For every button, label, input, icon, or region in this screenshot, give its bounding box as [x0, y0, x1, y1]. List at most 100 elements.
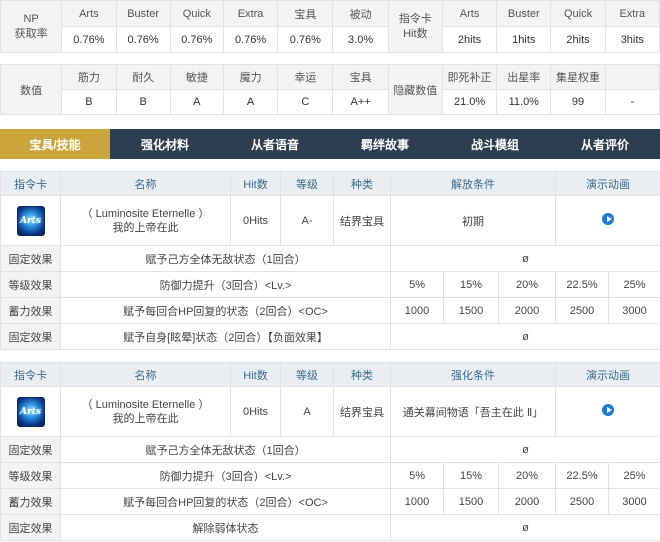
tab-reviews[interactable]: 从者评价 — [550, 129, 660, 159]
np1-effect-value: 15% — [443, 271, 500, 298]
np1-effect-label: 固定效果 — [0, 245, 61, 272]
np2-effect-desc: 赋予己方全体无敌状态（1回合） — [59, 436, 392, 463]
np1-effect-value: 2500 — [555, 297, 610, 324]
hidden-stat-label: 隐藏数值 — [387, 64, 443, 115]
np2-effect-value: ø — [390, 514, 660, 541]
play-icon[interactable] — [602, 404, 615, 416]
np1-animation-cell — [555, 195, 660, 246]
np-value-np: 0.76% — [277, 26, 334, 53]
stat-header-endurance: 耐久 — [115, 64, 171, 90]
noble-phantasm-table-1: 指令卡 名称 Hit数 等级 种类 解放条件 演示动画 Arts （ Lumin… — [0, 171, 660, 350]
stat-label: 数值 — [0, 64, 63, 115]
np2-effect-value: 22.5% — [555, 462, 610, 489]
hit-header-buster: Buster — [496, 0, 552, 27]
hit-value-extra: 3hits — [604, 26, 660, 53]
np2-header-name: 名称 — [59, 362, 232, 387]
stat-header-mana: 魔力 — [222, 64, 279, 90]
np2-effect-value: 25% — [608, 462, 660, 489]
stat-value-mana: A — [222, 89, 279, 115]
np1-header-condition: 解放条件 — [390, 171, 557, 196]
np1-effect-desc: 防御力提升（3回合）<Lv.> — [59, 271, 392, 298]
stat-value-agility: A — [169, 89, 224, 115]
np2-rank: A — [280, 386, 335, 437]
np1-header-name: 名称 — [59, 171, 232, 196]
np1-effect-value: 2000 — [498, 297, 557, 324]
np2-name: （ Luminosite Eternelle ） 我的上帝在此 — [59, 386, 232, 437]
np1-effect-desc: 赋予自身[眩晕]状态（2回合）【负面效果】 — [59, 323, 392, 350]
tab-np-skills[interactable]: 宝具/技能 — [0, 129, 110, 159]
np-header-quick: Quick — [169, 0, 224, 27]
np-gain-label: NP 获取率 — [0, 0, 63, 53]
np2-effect-label: 等级效果 — [0, 462, 61, 489]
hidden-value-empty: - — [604, 89, 660, 115]
tab-battle-model[interactable]: 战斗模组 — [440, 129, 550, 159]
np1-effect-value: 1500 — [443, 297, 500, 324]
np2-effect-desc: 赋予每回合HP回复的状态（2回合）<OC> — [59, 488, 392, 515]
np-value-quick: 0.76% — [169, 26, 224, 53]
np1-header-animation: 演示动画 — [555, 171, 660, 196]
np1-effect-value: 22.5% — [555, 271, 610, 298]
hit-header-arts: Arts — [441, 0, 498, 27]
hidden-value-star-weight: 99 — [550, 89, 606, 115]
np2-header-rank: 等级 — [280, 362, 335, 387]
tab-voice-lines[interactable]: 从者语音 — [220, 129, 330, 159]
np2-effect-value: 3000 — [608, 488, 660, 515]
np2-header-animation: 演示动画 — [555, 362, 660, 387]
hit-value-arts: 2hits — [441, 26, 498, 53]
np1-effect-value: 3000 — [608, 297, 660, 324]
stat-value-np: A++ — [332, 89, 389, 115]
tab-ascension-materials[interactable]: 强化材料 — [110, 129, 220, 159]
np1-header-hits: Hit数 — [230, 171, 282, 196]
hit-count-label: 指令卡 Hit数 — [387, 0, 443, 53]
np1-rank: A- — [280, 195, 335, 246]
np2-header-condition: 强化条件 — [390, 362, 557, 387]
np2-effect-value: 15% — [443, 462, 500, 489]
stat-value-strength: B — [61, 89, 117, 115]
hidden-value-death: 21.0% — [441, 89, 498, 115]
hidden-header-death: 即死补正 — [441, 64, 498, 90]
np2-condition: 通关幕间物语「吾主在此 Ⅱ」 — [390, 386, 557, 437]
noble-phantasm-table-2: 指令卡 名称 Hit数 等级 种类 强化条件 演示动画 Arts （ Lumin… — [0, 362, 660, 541]
np-value-extra: 0.76% — [222, 26, 279, 53]
np2-effect-value: 2000 — [498, 488, 557, 515]
hidden-header-star-weight: 集星权重 — [550, 64, 606, 90]
play-icon[interactable] — [602, 213, 615, 225]
stat-value-luck: C — [277, 89, 334, 115]
np1-header-card: 指令卡 — [0, 171, 61, 196]
hidden-header-empty — [604, 64, 660, 90]
np1-effect-label: 等级效果 — [0, 271, 61, 298]
hit-header-quick: Quick — [550, 0, 606, 27]
np2-effect-value: 1000 — [390, 488, 445, 515]
stat-table: 数值 筋力 耐久 敏捷 魔力 幸运 宝具 隐藏数值 即死补正 出星率 集星权重 … — [0, 64, 660, 115]
hit-value-quick: 2hits — [550, 26, 606, 53]
np2-effect-value: 20% — [498, 462, 557, 489]
np1-effect-value: ø — [390, 323, 660, 350]
np-gain-table: NP 获取率 Arts Buster Quick Extra 宝具 被动 指令卡… — [0, 0, 660, 53]
np2-effect-value: 5% — [390, 462, 445, 489]
section-tabs: 宝具/技能 强化材料 从者语音 羁绊故事 战斗模组 从者评价 — [0, 129, 660, 159]
np1-effect-value: ø — [390, 245, 660, 272]
tab-bond-stories[interactable]: 羁绊故事 — [330, 129, 440, 159]
np-header-arts: Arts — [61, 0, 117, 27]
stat-value-endurance: B — [115, 89, 171, 115]
np-header-np: 宝具 — [277, 0, 334, 27]
np1-card-cell: Arts — [0, 195, 61, 246]
np2-hits: 0Hits — [230, 386, 282, 437]
np2-effect-value: ø — [390, 436, 660, 463]
np1-name: （ Luminosite Eternelle ） 我的上帝在此 — [59, 195, 232, 246]
np-value-passive: 3.0% — [332, 26, 389, 53]
np-header-buster: Buster — [115, 0, 171, 27]
np2-effect-label: 固定效果 — [0, 514, 61, 541]
np1-effect-label: 固定效果 — [0, 323, 61, 350]
np1-header-type: 种类 — [333, 171, 392, 196]
np1-header-rank: 等级 — [280, 171, 335, 196]
np-value-arts: 0.76% — [61, 26, 117, 53]
np2-effect-desc: 防御力提升（3回合）<Lv.> — [59, 462, 392, 489]
np1-effect-value: 5% — [390, 271, 445, 298]
hit-value-buster: 1hits — [496, 26, 552, 53]
stat-header-np: 宝具 — [332, 64, 389, 90]
np2-card-cell: Arts — [0, 386, 61, 437]
np1-effect-value: 1000 — [390, 297, 445, 324]
np1-hits: 0Hits — [230, 195, 282, 246]
np1-effect-value: 20% — [498, 271, 557, 298]
